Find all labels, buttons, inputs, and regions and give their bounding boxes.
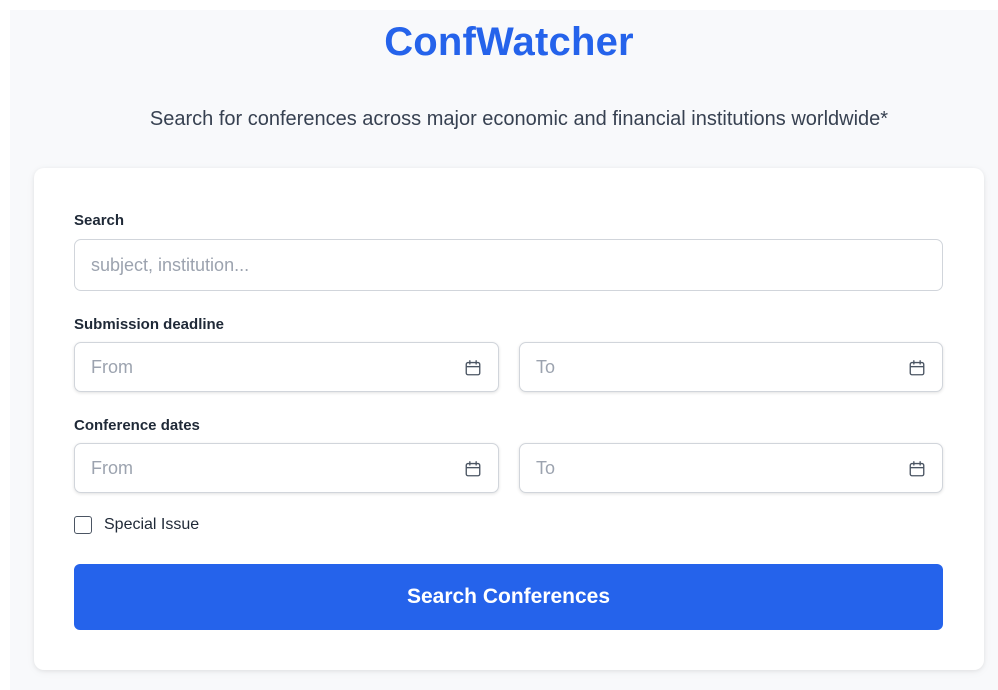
- submission-deadline-from-field[interactable]: [74, 342, 499, 392]
- special-issue-checkbox[interactable]: [74, 516, 92, 534]
- conference-dates-to-field[interactable]: [519, 443, 943, 493]
- search-input[interactable]: [75, 240, 942, 290]
- app-title: ConfWatcher: [384, 20, 634, 64]
- conference-dates-from-input[interactable]: [75, 444, 498, 492]
- special-issue-label[interactable]: Special Issue: [104, 516, 199, 534]
- search-label: Search: [74, 212, 125, 229]
- search-conferences-button[interactable]: Search Conferences: [74, 564, 943, 630]
- app-subtitle: Search for conferences across major econ…: [149, 108, 889, 130]
- submission-deadline-from-input[interactable]: [75, 343, 498, 391]
- calendar-icon[interactable]: [908, 460, 926, 478]
- search-card: Search Submission deadline Conference da…: [34, 168, 984, 670]
- conference-dates-from-field[interactable]: [74, 443, 499, 493]
- special-issue-row[interactable]: Special Issue: [74, 516, 199, 534]
- submission-deadline-label: Submission deadline: [74, 316, 225, 333]
- submission-deadline-to-input[interactable]: [520, 343, 942, 391]
- conference-dates-to-input[interactable]: [520, 444, 942, 492]
- conference-dates-label: Conference dates: [74, 417, 200, 434]
- calendar-icon[interactable]: [908, 359, 926, 377]
- submission-deadline-to-field[interactable]: [519, 342, 943, 392]
- calendar-icon[interactable]: [464, 359, 482, 377]
- search-field[interactable]: [74, 239, 943, 291]
- calendar-icon[interactable]: [464, 460, 482, 478]
